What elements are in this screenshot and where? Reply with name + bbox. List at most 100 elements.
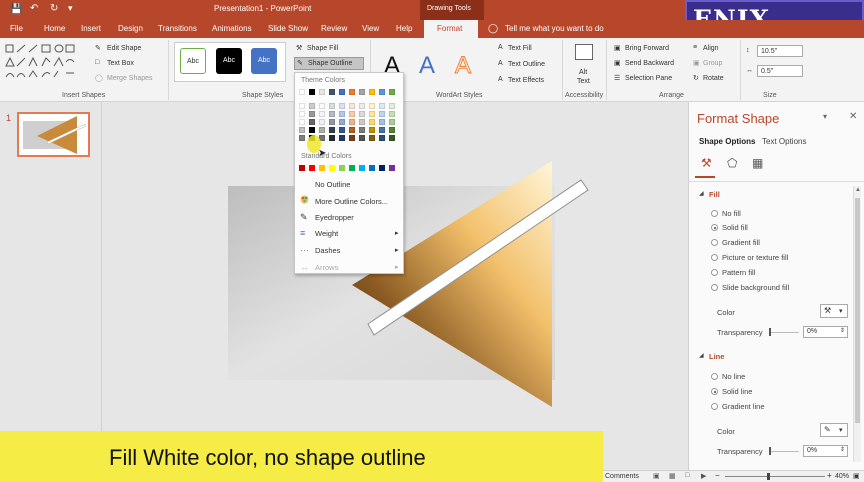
line-transparency-thumb[interactable] [769, 447, 771, 455]
rotate-icon[interactable]: ↻ [693, 74, 699, 82]
selection-pane-icon[interactable]: ☰ [614, 74, 620, 82]
theme-color-swatch[interactable] [339, 103, 345, 109]
theme-color-swatch[interactable] [379, 135, 385, 141]
theme-color-swatch[interactable] [349, 103, 355, 109]
theme-color-swatch[interactable] [339, 127, 345, 133]
shape-fill-button[interactable]: Shape Fill [307, 45, 338, 52]
merge-shapes-button[interactable]: Merge Shapes [107, 75, 153, 82]
fill-line-icon[interactable]: ⚒ [701, 156, 712, 170]
theme-color-swatch[interactable] [389, 119, 395, 125]
pattern-fill-label[interactable]: Pattern fill [722, 268, 755, 277]
alt-text-label-1[interactable]: Alt [579, 69, 587, 76]
text-box-icon[interactable]: □ [95, 59, 99, 66]
theme-color-swatch[interactable] [369, 111, 375, 117]
fill-color-picker[interactable]: ⚒ ▾ [820, 304, 848, 318]
group-button[interactable]: Group [703, 60, 722, 67]
text-box-button[interactable]: Text Box [107, 60, 134, 67]
fill-transparency-slider[interactable] [769, 332, 799, 333]
standard-color-swatch[interactable] [299, 165, 305, 171]
theme-color-swatch[interactable] [349, 135, 355, 141]
merge-shapes-icon[interactable]: ◯ [95, 74, 103, 82]
solid-line-label[interactable]: Solid line [722, 387, 752, 396]
theme-color-swatch[interactable] [329, 103, 335, 109]
style-swatch-outline[interactable]: Abc [180, 48, 206, 74]
shape-width-input[interactable]: 0.5" [757, 65, 803, 77]
text-outline-icon[interactable]: A [498, 60, 503, 67]
text-effects-icon[interactable]: A [498, 76, 503, 83]
rotate-button[interactable]: Rotate [703, 75, 724, 82]
fill-section-header[interactable]: Fill [709, 190, 720, 199]
tab-text-options[interactable]: Text Options [762, 137, 806, 146]
theme-color-swatch[interactable] [319, 127, 325, 133]
shapes-gallery[interactable] [4, 43, 84, 81]
theme-color-swatch[interactable] [339, 111, 345, 117]
theme-color-swatch[interactable] [299, 127, 305, 133]
theme-color-swatch[interactable] [329, 127, 335, 133]
theme-color-swatch[interactable] [309, 103, 315, 109]
undo-icon[interactable]: ↶ [30, 3, 38, 14]
standard-color-swatch[interactable] [349, 165, 355, 171]
theme-color-swatch[interactable] [299, 89, 305, 95]
theme-color-swatch[interactable] [349, 127, 355, 133]
no-fill-label[interactable]: No fill [722, 209, 741, 218]
text-fill-icon[interactable]: A [498, 44, 503, 51]
standard-color-swatch[interactable] [379, 165, 385, 171]
gradient-line-label[interactable]: Gradient line [722, 402, 765, 411]
theme-color-swatch[interactable] [379, 89, 385, 95]
slide-bg-fill-label[interactable]: Slide background fill [722, 283, 789, 292]
scroll-up-icon[interactable]: ▲ [855, 187, 861, 193]
fill-transparency-thumb[interactable] [769, 328, 771, 336]
dashes-item[interactable]: Dashes [315, 246, 340, 255]
slideshow-icon[interactable]: ▶ [701, 472, 706, 480]
text-fill-button[interactable]: Text Fill [508, 45, 532, 52]
scrollbar-thumb[interactable] [855, 198, 860, 423]
theme-color-swatch[interactable] [369, 127, 375, 133]
fit-slide-icon[interactable]: ▣ [853, 472, 860, 480]
theme-color-swatch[interactable] [379, 111, 385, 117]
theme-color-swatch[interactable] [359, 119, 365, 125]
tab-format[interactable]: Format [424, 20, 478, 38]
theme-color-swatch[interactable] [389, 111, 395, 117]
theme-color-swatch[interactable] [319, 111, 325, 117]
theme-color-swatch[interactable] [349, 89, 355, 95]
theme-color-swatch[interactable] [329, 111, 335, 117]
redo-icon[interactable]: ↻ [50, 3, 58, 14]
send-backward-button[interactable]: Send Backward [625, 60, 674, 67]
fill-collapse-icon[interactable]: ◢ [699, 190, 704, 197]
tab-home[interactable]: Home [44, 24, 65, 33]
no-line-label[interactable]: No line [722, 372, 745, 381]
slide-thumbnail[interactable] [17, 112, 90, 157]
pane-options-chevron-icon[interactable]: ▾ [823, 112, 827, 121]
send-backward-icon[interactable]: ▣ [614, 59, 621, 67]
theme-color-swatch[interactable] [309, 111, 315, 117]
reading-view-icon[interactable]: □ [685, 472, 689, 479]
standard-color-swatch[interactable] [309, 165, 315, 171]
line-collapse-icon[interactable]: ◢ [699, 352, 704, 359]
text-effects-button[interactable]: Text Effects [508, 77, 544, 84]
edit-shape-icon[interactable]: ✎ [95, 44, 101, 52]
theme-color-swatch[interactable] [379, 119, 385, 125]
theme-color-swatch[interactable] [299, 103, 305, 109]
tab-insert[interactable]: Insert [81, 24, 101, 33]
theme-color-swatch[interactable] [389, 135, 395, 141]
theme-color-swatch[interactable] [339, 89, 345, 95]
tab-shape-options[interactable]: Shape Options [699, 137, 755, 146]
theme-color-swatch[interactable] [389, 103, 395, 109]
theme-color-swatch[interactable] [319, 119, 325, 125]
theme-color-swatch[interactable] [339, 119, 345, 125]
tab-review[interactable]: Review [321, 24, 347, 33]
theme-color-swatch[interactable] [359, 127, 365, 133]
close-icon[interactable]: ✕ [849, 111, 857, 122]
bring-forward-button[interactable]: Bring Forward [625, 45, 669, 52]
theme-color-swatch[interactable] [369, 119, 375, 125]
gradient-line-radio[interactable] [711, 403, 718, 410]
theme-color-swatch[interactable] [299, 119, 305, 125]
standard-color-swatch[interactable] [389, 165, 395, 171]
standard-color-swatch[interactable] [359, 165, 365, 171]
theme-color-swatch[interactable] [319, 103, 325, 109]
zoom-slider-thumb[interactable] [767, 473, 770, 480]
customize-qat-icon[interactable]: ▾ [68, 3, 73, 14]
theme-color-swatch[interactable] [329, 119, 335, 125]
zoom-in-icon[interactable]: + [827, 471, 832, 480]
theme-color-swatch[interactable] [349, 111, 355, 117]
